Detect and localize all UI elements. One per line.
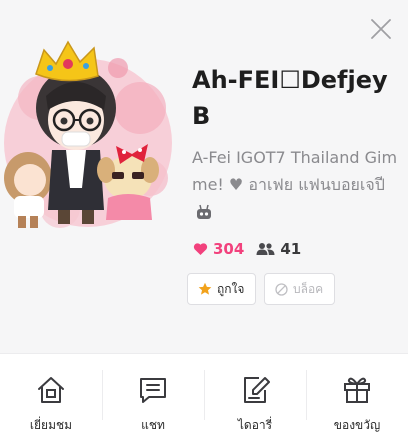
bottom-nav: เยี่ยมชม แชท ไดอารี่ ของขวัญ xyxy=(0,353,408,437)
profile-stats: 304 41 xyxy=(193,238,301,260)
friends-value: 41 xyxy=(280,240,302,258)
close-icon xyxy=(371,19,391,39)
like-button[interactable]: ถูกใจ xyxy=(187,273,256,305)
gift-icon xyxy=(344,377,370,403)
star-icon xyxy=(198,282,212,295)
avatar[interactable] xyxy=(0,28,178,238)
nav-visit-label: เยี่ยมชม xyxy=(29,418,73,432)
robot-emoji-icon xyxy=(197,204,211,219)
nav-chat-label: แชท xyxy=(141,418,165,432)
nav-visit[interactable]: เยี่ยมชม xyxy=(0,354,102,437)
block-button[interactable]: บล็อค xyxy=(264,273,335,305)
friends-icon xyxy=(256,243,275,255)
nav-chat[interactable]: แชท xyxy=(102,354,204,437)
heart-icon xyxy=(193,243,208,255)
status-text: A-Fei IGOT7 Thailand Gimme! ♥ อาเฟย แฟนบ… xyxy=(192,148,398,194)
friends-count[interactable]: 41 xyxy=(256,240,301,258)
close-button[interactable] xyxy=(368,16,394,42)
nav-diary-label: ไดอารี่ xyxy=(237,418,273,432)
likes-value: 304 xyxy=(213,240,245,258)
nav-gift-label: ของขวัญ xyxy=(333,418,381,432)
chat-icon xyxy=(140,378,166,403)
block-icon xyxy=(275,282,288,296)
profile-actions: ถูกใจ บล็อค xyxy=(187,273,335,305)
nav-gift[interactable]: ของขวัญ xyxy=(306,354,408,437)
block-button-label: บล็อค xyxy=(293,281,324,296)
nav-diary[interactable]: ไดอารี่ xyxy=(204,354,306,437)
likes-count[interactable]: 304 xyxy=(193,240,244,258)
home-icon xyxy=(38,377,64,403)
profile-name: Ah-FEI☐Defjey B xyxy=(192,66,388,130)
diary-edit-icon xyxy=(244,377,270,403)
like-button-label: ถูกใจ xyxy=(217,281,245,296)
profile-status-message: A-Fei IGOT7 Thailand Gimme! ♥ อาเฟย แฟนบ… xyxy=(192,144,400,225)
profile-card: Ah-FEI☐Defjey B A-Fei IGOT7 Thailand Gim… xyxy=(0,0,408,353)
